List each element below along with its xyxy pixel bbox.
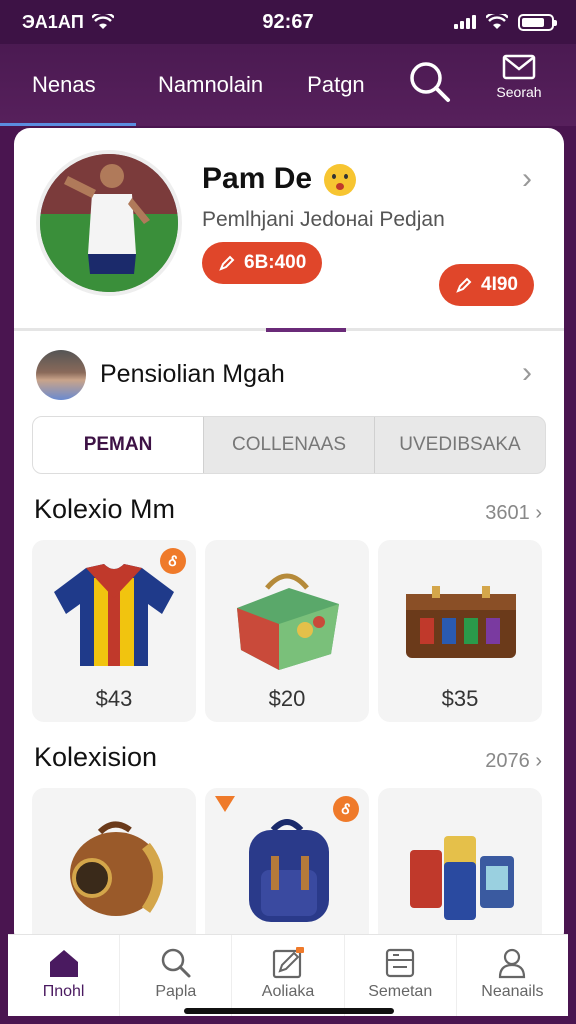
profile-name: Pam De [202,162,357,197]
profile-icon [499,948,526,979]
suitcase-icon [406,586,516,658]
search-icon [161,948,191,978]
avatar[interactable] [36,150,182,296]
segment-collenaas[interactable]: COLLENAAS [203,417,374,473]
points-pill-button[interactable]: 6В:400 [202,242,323,284]
product-tile[interactable] [378,788,542,948]
segmented-control: PEMAN COLLENAAS UVEDIBSAKA [32,416,546,474]
chevron-right-icon: › [522,356,532,389]
battery-icon [518,13,557,31]
chevron-right-icon: › [535,750,542,772]
status-bar: ЭA1AП 92:67 [0,0,576,44]
wifi-icon [91,14,114,29]
chevron-right-icon: › [535,502,542,524]
home-indicator [184,1008,394,1014]
pen-icon [219,255,235,271]
lunchbox-icon [237,573,339,670]
top-navigation: Nenas Namnolain Patgn Seorah [0,44,576,126]
bottom-nav-profile[interactable]: Neanails [455,935,568,1016]
carrier-label: ЭA1AП [22,11,84,32]
bottom-nav-search[interactable]: Papla [119,935,231,1016]
segment-uvedibsaka[interactable]: UVEDIBSAKA [374,417,545,473]
product-tile[interactable]: Ꮄ [205,788,369,948]
bottom-navigation: Пnohl Papla Aoliaka Semetan Neanails [8,934,568,1016]
cans-icon [410,836,514,920]
product-tile[interactable]: Ꮄ $43 [32,540,196,722]
profile-subtitle: Pemlhjani Jedoнai Pedjan [202,208,445,231]
product-tile[interactable] [32,788,196,948]
coins-pill-button[interactable]: 4Ӏ90 [439,264,534,306]
profile-header[interactable]: Pam De Pemlhjani Jedoнai Pedjan › 6В:400… [14,128,564,328]
chevron-right-icon[interactable]: › [522,162,532,196]
search-icon [410,62,450,102]
avatar [36,350,86,400]
tab-patgn[interactable]: Patgn [285,44,387,126]
section-count-link[interactable]: 2076 › [485,750,542,773]
price-label: $20 [268,686,306,711]
divider-accent [266,328,346,332]
mail-icon [502,54,536,80]
section-title: Kolexio Mm [34,494,176,524]
edit-icon [272,947,304,979]
price-label: $35 [441,686,479,711]
main-card: Pam De Pemlhjani Jedoнai Pedjan › 6В:400… [14,128,564,948]
tab-namnolain[interactable]: Namnolain [136,44,285,126]
section-count-link[interactable]: 3601 › [485,502,542,525]
bottom-nav-list[interactable]: Semetan [343,935,456,1016]
bottom-nav-edit[interactable]: Aoliaka [231,935,343,1016]
product-tile[interactable]: $20 [205,540,369,722]
segment-peman[interactable]: PEMAN [33,417,203,473]
mail-button[interactable]: Seorah [486,54,552,100]
section-title: Kolexision [34,742,158,772]
bottom-nav-home[interactable]: Пnohl [8,935,119,1016]
mail-label: Seorah [496,84,542,100]
player-photo-icon [40,154,178,292]
signal-icon [454,15,476,29]
jersey-icon [54,564,174,666]
pen-icon [456,277,472,293]
product-tile[interactable]: $35 [378,540,542,722]
wifi-icon [486,14,508,29]
price-label: $43 [95,686,133,711]
sub-profile-row[interactable]: Pensiolian Mgah › [14,338,564,412]
bronze-helmet-icon [70,821,163,916]
surprised-emoji-icon [324,164,357,197]
search-button[interactable] [406,58,452,104]
backpack-icon [249,819,329,922]
tab-nenas[interactable]: Nenas [0,44,136,126]
sub-profile-title: Pensiolian Mgah [100,360,285,388]
list-icon [386,948,415,978]
home-icon [49,950,78,977]
